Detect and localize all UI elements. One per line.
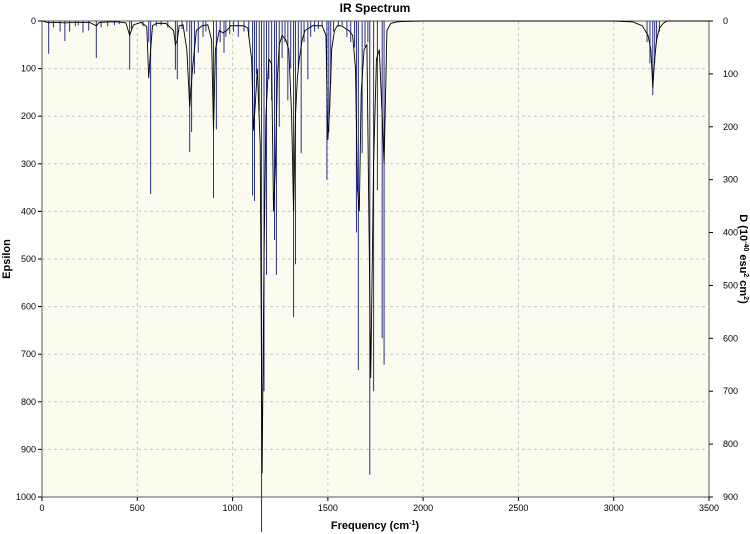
left-y-axis-label: Epsilon (1, 239, 13, 279)
x-tick-label: 3000 (604, 503, 624, 513)
x-tick-label: 1500 (318, 503, 338, 513)
y-left-tick-label: 900 (21, 444, 36, 454)
y-right-tick-label: 100 (723, 69, 738, 79)
y-right-tick-label: 400 (723, 228, 738, 238)
y-right-tick-label: 0 (723, 16, 728, 26)
y-right-tick-label: 700 (723, 386, 738, 396)
right-y-axis: 0 100 200 300 400 500 600 700 800 900 (709, 16, 738, 502)
ir-spectrum-chart: IR Spectrum 0 500 1000 1500 2000 2500 3000 3500… (1, 1, 749, 532)
y-right-tick-label: 600 (723, 333, 738, 343)
x-tick-label: 0 (39, 503, 44, 513)
y-left-tick-label: 700 (21, 349, 36, 359)
y-left-tick-label: 800 (21, 397, 36, 407)
x-axis: 0 500 1000 1500 2000 2500 3000 3500 (39, 497, 719, 513)
y-left-tick-label: 0 (31, 16, 36, 26)
right-y-axis-label: D (10-40 esu2 cm2) (737, 214, 749, 304)
y-right-tick-label: 500 (723, 280, 738, 290)
x-tick-label: 2000 (413, 503, 433, 513)
y-left-tick-label: 300 (21, 159, 36, 169)
x-tick-label: 3500 (699, 503, 719, 513)
y-left-tick-label: 400 (21, 206, 36, 216)
x-tick-label: 2500 (508, 503, 528, 513)
y-left-tick-label: 1000 (16, 492, 36, 502)
left-y-axis: 0 100 200 300 400 500 600 700 800 900 1000 (16, 16, 42, 502)
y-left-tick-label: 200 (21, 111, 36, 121)
y-left-tick-label: 500 (21, 254, 36, 264)
y-left-tick-label: 600 (21, 302, 36, 312)
y-right-tick-label: 900 (723, 492, 738, 502)
y-left-tick-label: 100 (21, 64, 36, 74)
y-right-tick-label: 300 (723, 175, 738, 185)
chart-title: IR Spectrum (340, 1, 411, 15)
x-tick-label: 1000 (223, 503, 243, 513)
x-axis-label: Frequency (cm-1) (331, 520, 419, 532)
y-right-tick-label: 200 (723, 122, 738, 132)
x-tick-label: 500 (130, 503, 145, 513)
y-right-tick-label: 800 (723, 439, 738, 449)
